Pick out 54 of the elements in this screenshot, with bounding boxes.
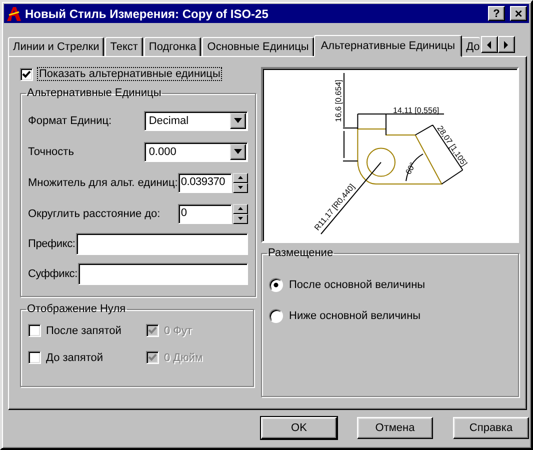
field-label: Точность: [28, 146, 74, 158]
field-label: Множитель для альт. единиц:: [28, 176, 178, 188]
checkbox-label: Показать альтернативные единицы: [38, 68, 222, 80]
spin-up-button[interactable]: [232, 172, 248, 182]
checkbox-label: До запятой: [46, 352, 103, 364]
checkbox-label: 0 Дюйм: [164, 352, 203, 364]
tab[interactable]: Линии и Стрелки: [8, 37, 104, 56]
field-label: Округлить расстояние до:: [28, 208, 160, 220]
tab[interactable]: Альтернативные Единицы: [314, 35, 462, 57]
dropdown-arrow-icon: [234, 149, 242, 154]
checkbox[interactable]: [28, 324, 41, 337]
right-arrow-icon: [503, 40, 510, 48]
group-title: Размещение: [267, 247, 334, 259]
checkbox[interactable]: [20, 68, 33, 80]
up-arrow-icon: [238, 207, 243, 210]
help-button[interactable]: ?: [488, 6, 505, 21]
input-field[interactable]: [76, 233, 248, 255]
scroll-right-button[interactable]: [498, 36, 515, 53]
tab[interactable]: Текст: [105, 37, 143, 56]
dialog-button[interactable]: Отмена: [357, 417, 433, 439]
radio-button[interactable]: [269, 308, 283, 322]
group-title: Альтернативные Единицы: [26, 87, 162, 99]
input-field[interactable]: 0: [178, 204, 232, 224]
scroll-left-button[interactable]: [480, 36, 498, 53]
close-button[interactable]: ×: [510, 6, 527, 21]
window-title: Новый Стиль Измерения: Copy of ISO-25: [25, 6, 270, 20]
field-label: Суффикс:: [28, 268, 78, 280]
radio-label: Ниже основной величины: [289, 310, 421, 322]
down-arrow-icon: [238, 186, 243, 189]
up-arrow-icon: [238, 176, 243, 179]
left-arrow-icon: [486, 40, 492, 48]
dialog-button[interactable]: Справка: [453, 417, 529, 439]
input-field[interactable]: 0.039370: [178, 172, 232, 192]
dimension-label: 16,6 [0,654]: [334, 80, 343, 122]
field-label: Формат Единиц:: [28, 114, 112, 126]
radio-button[interactable]: [269, 278, 283, 292]
app-logo-icon: [6, 6, 22, 22]
field-label: Префикс:: [28, 238, 76, 250]
spin-down-button[interactable]: [232, 182, 248, 192]
dropdown[interactable]: 0.000: [144, 142, 248, 162]
tab[interactable]: Подгонка: [144, 37, 202, 56]
spin-down-button[interactable]: [232, 214, 248, 224]
radio-label: После основной величины: [289, 278, 426, 290]
checkbox-label: 0 Фут: [164, 324, 192, 336]
spin-up-button[interactable]: [232, 204, 248, 214]
dropdown-arrow-icon: [234, 118, 242, 123]
group-title: Отображение Нуля: [26, 303, 127, 315]
dropdown[interactable]: Decimal: [144, 110, 248, 130]
tab[interactable]: Основные Единицы: [202, 37, 314, 56]
down-arrow-icon: [238, 217, 243, 220]
input-field[interactable]: [78, 263, 248, 285]
dialog-button[interactable]: OK: [261, 417, 337, 439]
checkbox-label: После запятой: [46, 324, 122, 336]
checkbox[interactable]: [28, 351, 41, 364]
